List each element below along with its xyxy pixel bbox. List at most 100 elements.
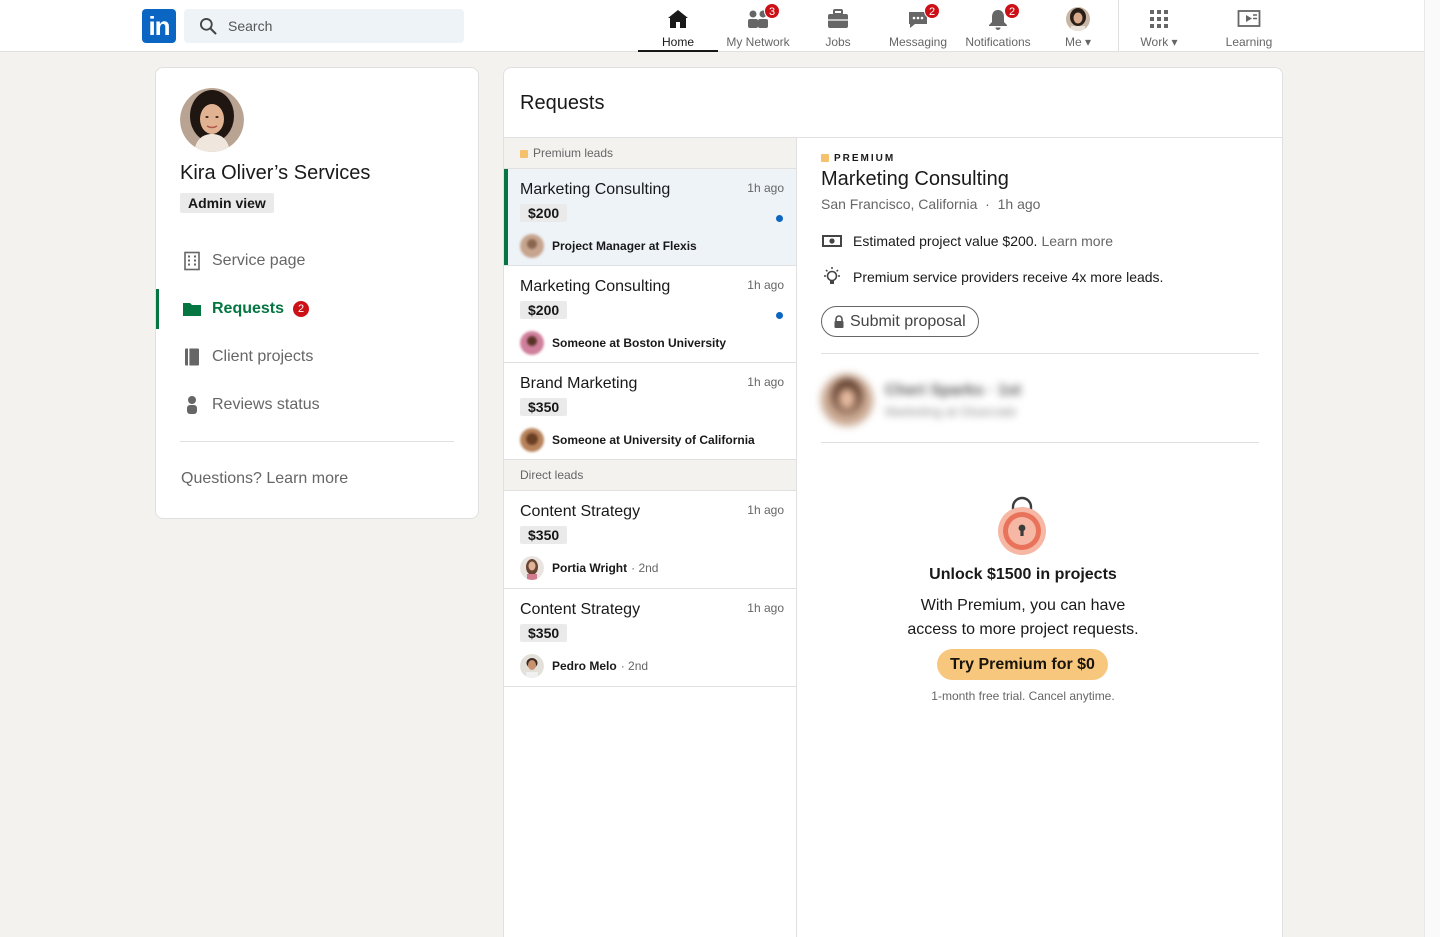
nav-jobs-label: Jobs	[825, 35, 851, 49]
nav-work[interactable]: Work ▾	[1119, 4, 1199, 49]
search-placeholder: Search	[228, 18, 273, 34]
nav-me[interactable]: Me ▾	[1038, 4, 1118, 49]
request-title: Content Strategy	[520, 601, 641, 618]
premium-note-row: Premium service providers receive 4x mor…	[821, 266, 1163, 288]
request-price: $350	[520, 526, 568, 544]
person-name: Portia Wright	[552, 561, 628, 575]
unread-dot	[776, 215, 783, 222]
requests-badge: 2	[292, 300, 310, 318]
request-list: Premium leads Marketing Consulting 1h ag…	[504, 138, 797, 937]
request-price: $350	[520, 624, 568, 642]
request-time: 1h ago	[747, 503, 784, 517]
request-price: $350	[520, 398, 568, 416]
request-item[interactable]: Marketing Consulting 1h ago $200 Project…	[504, 169, 796, 266]
connection-degree: · 2nd	[620, 659, 649, 673]
network-icon-wrap: 3	[746, 3, 780, 31]
money-icon	[822, 235, 842, 247]
detail-time: 1h ago	[997, 196, 1041, 212]
lock-icon	[834, 314, 844, 328]
page-scrollbar[interactable]	[1424, 0, 1440, 937]
lightbulb-icon	[824, 267, 840, 284]
premium-leads-header: Premium leads	[504, 138, 796, 169]
sidebar-item-label: Service page	[212, 252, 306, 269]
premium-leads-label: Premium leads	[533, 146, 614, 160]
premium-tag-text: PREMIUM	[834, 153, 896, 164]
separator-dot: ·	[981, 196, 998, 212]
connection-degree: · 2nd	[631, 561, 659, 575]
padlock-icon	[998, 496, 1046, 555]
nav-my-network[interactable]: 3 My Network	[718, 3, 798, 49]
estimated-value-text: Estimated project value $200.	[853, 233, 1038, 249]
top-nav: in Search Home 3 My Network Jobs 2 Messa…	[0, 0, 1424, 52]
nav-messaging[interactable]: 2 Messaging	[878, 3, 958, 49]
briefcase-icon	[828, 9, 848, 28]
detail-location: San Francisco, California	[821, 196, 978, 212]
request-title: Marketing Consulting	[520, 278, 671, 295]
premium-mark-icon	[520, 150, 528, 158]
submit-proposal-button[interactable]: Submit proposal	[821, 306, 979, 337]
nav-learning[interactable]: Learning	[1209, 4, 1289, 49]
detail-title: Marketing Consulting	[821, 168, 1009, 190]
request-item[interactable]: Marketing Consulting 1h ago $200 Someone…	[504, 266, 796, 363]
request-item[interactable]: Brand Marketing 1h ago $350 Someone at U…	[504, 363, 796, 460]
person-icon	[187, 396, 197, 414]
request-time: 1h ago	[747, 181, 784, 195]
nav-home-label: Home	[661, 35, 694, 49]
direct-leads-header: Direct leads	[504, 460, 796, 491]
request-price: $200	[520, 301, 568, 319]
sidebar-divider	[180, 441, 454, 442]
sidebar-item-client-projects[interactable]: Client projects	[156, 337, 478, 377]
learn-more-link[interactable]: Learn more	[1041, 233, 1113, 249]
submit-proposal-label: Submit proposal	[850, 312, 966, 330]
client-avatar	[821, 374, 873, 426]
estimated-value-row: Estimated project value $200. Learn more	[821, 230, 1113, 252]
grid-icon	[1150, 10, 1168, 28]
person-avatar	[520, 234, 544, 258]
admin-view-badge: Admin view	[180, 193, 274, 213]
nav-messaging-label: Messaging	[888, 35, 948, 49]
unlock-title: Unlock $1500 in projects	[929, 566, 1117, 583]
premium-note-text: Premium service providers receive 4x mor…	[853, 269, 1164, 285]
nav-home[interactable]: Home	[638, 4, 718, 52]
request-item[interactable]: Content Strategy 1h ago $350 Pedro Melo …	[504, 589, 796, 687]
request-time: 1h ago	[747, 278, 784, 292]
detail-subtitle: San Francisco, California · 1h ago	[821, 196, 1040, 212]
person-avatar	[520, 556, 544, 580]
unlock-body: With Premium, you can have access to mor…	[821, 594, 1225, 642]
questions-learn-more-link[interactable]: Questions? Learn more	[181, 470, 348, 488]
request-time: 1h ago	[747, 601, 784, 615]
services-title: Kira Oliver’s Services	[180, 162, 371, 184]
nav-me-label: Me ▾	[1064, 35, 1092, 49]
try-premium-button[interactable]: Try Premium for $0	[937, 649, 1108, 680]
notifications-badge: 2	[1004, 3, 1020, 19]
trial-note: 1-month free trial. Cancel anytime.	[931, 689, 1115, 703]
request-price: $200	[520, 204, 568, 222]
sidebar-item-service-page[interactable]: Service page	[156, 241, 478, 281]
me-avatar	[1066, 7, 1090, 31]
profile-avatar[interactable]	[180, 88, 244, 152]
book-icon	[185, 348, 199, 366]
request-time: 1h ago	[747, 375, 784, 389]
request-person: Project Manager at Flexis	[520, 234, 697, 258]
nav-my-network-label: My Network	[726, 35, 790, 49]
sidebar-item-reviews-status[interactable]: Reviews status	[156, 385, 478, 425]
person-avatar	[520, 428, 544, 452]
request-title: Brand Marketing	[520, 375, 638, 392]
request-item[interactable]: Content Strategy 1h ago $350 Portia Wrig…	[504, 491, 796, 589]
client-name: Cheri Sparks · 1st	[885, 382, 1021, 400]
network-badge: 3	[764, 3, 780, 19]
request-person: Portia Wright · 2nd	[520, 556, 658, 580]
search-bar[interactable]: Search	[184, 9, 464, 43]
folder-icon	[183, 303, 201, 316]
person-name: Project Manager at Flexis	[552, 239, 697, 253]
linkedin-logo[interactable]: in	[142, 9, 176, 43]
sidebar-item-requests[interactable]: Requests 2	[156, 289, 478, 329]
messaging-icon-wrap: 2	[906, 3, 940, 31]
nav-notifications[interactable]: 2 Notifications	[958, 3, 1038, 49]
person-avatar	[520, 654, 544, 678]
direct-leads-label: Direct leads	[520, 468, 584, 482]
detail-divider	[821, 442, 1259, 443]
requests-panel: Requests Premium leads Marketing Consult…	[503, 67, 1283, 937]
learning-icon	[1237, 10, 1261, 27]
nav-jobs[interactable]: Jobs	[798, 4, 878, 49]
